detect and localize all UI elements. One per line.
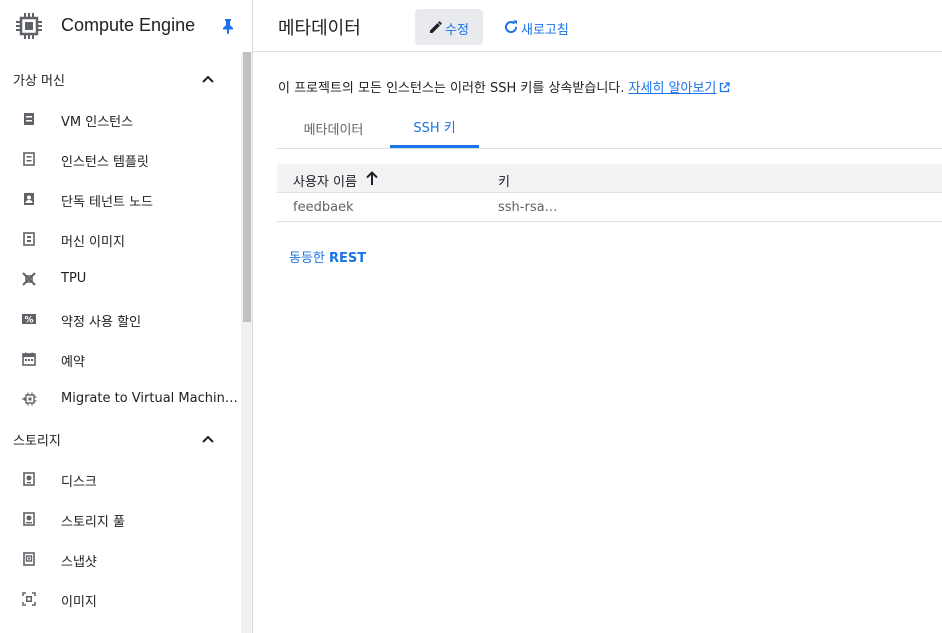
sidebar-item-label: 이미지: [61, 595, 97, 610]
key-cell: ssh-rsa…: [498, 200, 558, 215]
rest-label: REST: [329, 251, 367, 266]
username-cell: feedbaek: [293, 200, 354, 215]
sidebar-item-disks[interactable]: 디스크: [0, 459, 240, 499]
section-label: 가상 머신: [13, 73, 65, 89]
page-header: 메타데이터 수정 새로고침: [253, 0, 942, 52]
snapshot-icon: [23, 552, 35, 566]
tab-label: 메타데이터: [303, 122, 364, 138]
storage-pool-icon: [23, 512, 35, 526]
sidebar-item-label: TPU: [61, 271, 87, 286]
learn-more-link[interactable]: 자세히 알아보기: [629, 81, 717, 96]
sidebar-item-instance-templates[interactable]: 인스턴스 템플릿: [0, 139, 240, 179]
sidebar-item-sole-tenant-nodes[interactable]: 단독 테넌트 노드: [0, 179, 240, 219]
tab-ssh-keys[interactable]: SSH 키: [390, 108, 479, 148]
external-link-icon[interactable]: [719, 82, 731, 93]
disk-icon: [23, 472, 35, 486]
sidebar-item-machine-images[interactable]: 머신 이미지: [0, 219, 240, 259]
tab-metadata[interactable]: 메타데이터: [277, 108, 390, 148]
compute-engine-icon: [16, 13, 42, 39]
sidebar-item-snapshots[interactable]: 스냅샷: [0, 539, 240, 579]
rest-prefix: 동등한: [289, 251, 325, 266]
calendar-icon: [22, 352, 36, 366]
description-text: 이 프로젝트의 모든 인스턴스는 이러한 SSH 키를 상속받습니다.: [278, 81, 625, 96]
refresh-icon: [505, 20, 518, 34]
sidebar-item-vm-instances[interactable]: VM 인스턴스: [0, 99, 240, 139]
sidebar-item-label: 인스턴스 템플릿: [61, 155, 149, 170]
discount-icon: %: [22, 314, 36, 326]
sidebar-header: Compute Engine: [0, 0, 252, 52]
section-label: 스토리지: [13, 433, 61, 449]
edit-button-label: 수정: [445, 23, 469, 38]
pin-icon[interactable]: [221, 18, 235, 34]
image-icon: [22, 592, 36, 606]
sidebar-item-label: 약정 사용 할인: [61, 315, 142, 330]
sidebar-item-reservations[interactable]: 예약: [0, 339, 240, 379]
sidebar-item-images[interactable]: 이미지: [0, 579, 240, 619]
refresh-button[interactable]: 새로고침: [501, 9, 581, 45]
refresh-button-label: 새로고침: [521, 23, 569, 38]
app-title: Compute Engine: [61, 15, 196, 35]
sidebar-item-label: Migrate to Virtual Machin…: [61, 391, 238, 406]
edit-button[interactable]: 수정: [415, 9, 483, 45]
sidebar-item-label: 스냅샷: [61, 555, 97, 570]
vm-instance-icon: [24, 113, 34, 125]
page-title: 메타데이터: [278, 18, 361, 39]
sidebar-item-storage-pools[interactable]: 스토리지 풀: [0, 499, 240, 539]
chevron-up-icon: [202, 435, 214, 443]
sidebar-item-label: 스토리지 풀: [61, 515, 125, 530]
equivalent-rest-link[interactable]: 동등한 REST: [289, 247, 366, 266]
sidebar-item-label: 단독 테넌트 노드: [61, 195, 153, 210]
machine-image-icon: [23, 232, 35, 246]
learn-more-label: 자세히 알아보기: [628, 81, 717, 96]
migrate-icon: [22, 392, 37, 406]
column-header-key: 키: [498, 175, 510, 190]
table-row: feedbaek ssh-rsa…: [277, 193, 942, 222]
sidebar-item-label: 예약: [61, 355, 85, 370]
svg-text:%: %: [24, 316, 33, 326]
sidebar-item-label: 디스크: [61, 475, 97, 490]
ssh-keys-description: 이 프로젝트의 모든 인스턴스는 이러한 SSH 키를 상속받습니다. 자세히 …: [278, 77, 731, 96]
sidebar-scrollbar-thumb[interactable]: [243, 52, 251, 322]
arrow-up-icon[interactable]: [365, 170, 379, 186]
sidebar-item-migrate-to-vm[interactable]: Migrate to Virtual Machin…: [0, 379, 240, 419]
section-storage[interactable]: 스토리지: [0, 419, 240, 459]
table-header: 사용자 이름 키: [277, 164, 942, 193]
sole-tenant-icon: [24, 193, 34, 205]
instance-template-icon: [23, 152, 35, 166]
section-virtual-machines[interactable]: 가상 머신: [0, 59, 240, 99]
pencil-icon: [430, 21, 442, 33]
main-content: 메타데이터 수정 새로고침 이 프로젝트의 모든 인스턴스는 이러한 SSH 키…: [253, 0, 942, 633]
column-header-username[interactable]: 사용자 이름: [293, 171, 357, 190]
sidebar-item-label: VM 인스턴스: [61, 115, 134, 130]
sidebar-item-label: 머신 이미지: [61, 235, 125, 250]
sidebar-item-tpu[interactable]: TPU: [0, 259, 240, 299]
tab-bar: 메타데이터 SSH 키: [277, 108, 942, 149]
sidebar-item-committed-use-discounts[interactable]: % 약정 사용 할인: [0, 299, 240, 339]
sidebar: Compute Engine 가상 머신 VM 인스턴스 인스턴스 템플릿 단독…: [0, 0, 253, 633]
tab-label: SSH 키: [413, 121, 456, 136]
tpu-icon: [22, 272, 36, 286]
chevron-up-icon: [202, 75, 214, 83]
